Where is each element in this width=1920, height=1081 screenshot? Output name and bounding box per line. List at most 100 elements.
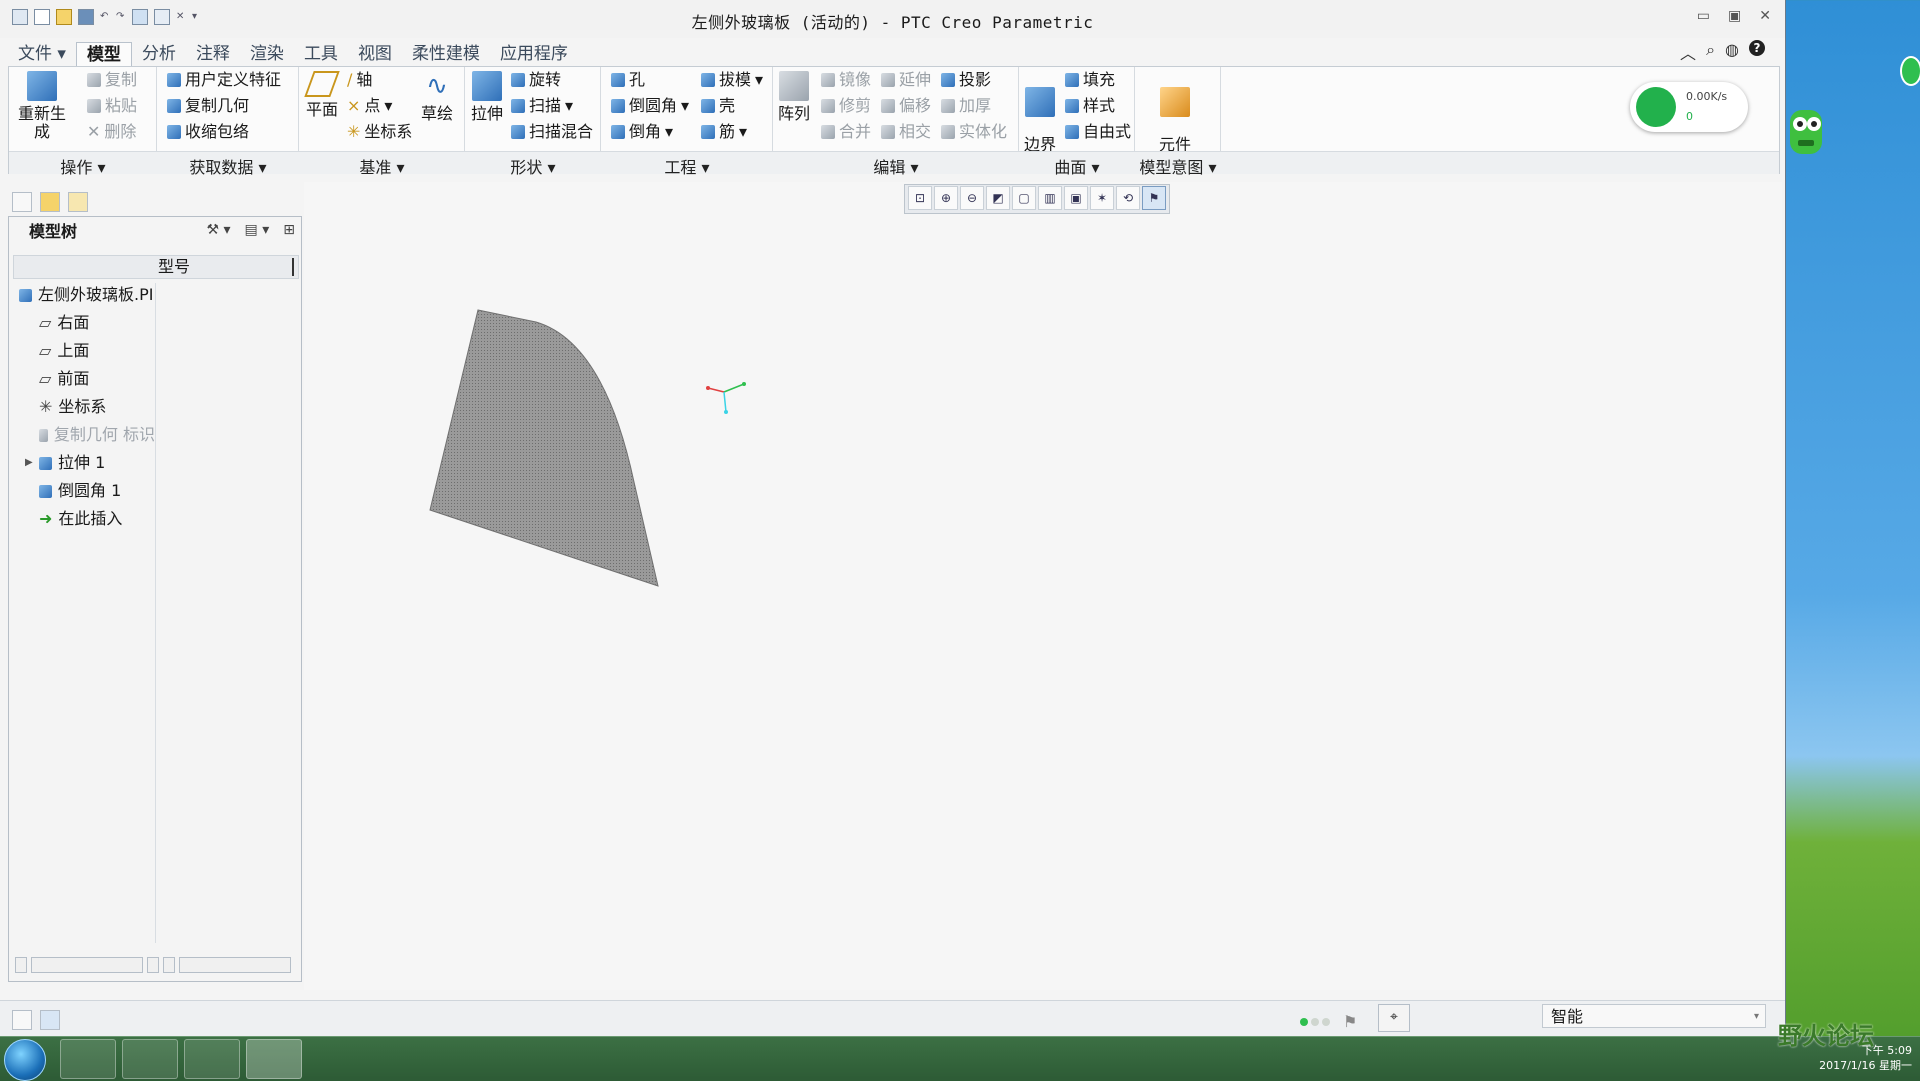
group-label-shapes[interactable]: 形状 ▾: [465, 154, 601, 178]
display-style-icon[interactable]: ▣: [1064, 186, 1088, 210]
taskbar-explorer-icon[interactable]: [60, 1039, 116, 1079]
tray-date[interactable]: 2017/1/16 星期一: [1819, 1058, 1912, 1073]
folder-browser-tab-icon[interactable]: [40, 192, 60, 212]
tab-model[interactable]: 模型: [75, 42, 132, 67]
tree-item-front-plane[interactable]: ▱ 前面: [39, 367, 89, 391]
scroll-thumb[interactable]: [179, 957, 291, 973]
tab-flexible-modeling[interactable]: 柔性建模: [402, 42, 490, 66]
sketch-button[interactable]: ∿ 草绘: [417, 71, 457, 123]
delete-button[interactable]: ✕ 删除: [87, 121, 136, 143]
start-button[interactable]: [4, 1039, 46, 1081]
group-label-engineering[interactable]: 工程 ▾: [601, 154, 773, 178]
tree-display-icon[interactable]: ▤ ▾: [245, 222, 270, 238]
desktop-mascot-icon[interactable]: [1786, 100, 1826, 170]
expand-arrow-icon[interactable]: ▶: [25, 451, 33, 475]
sweep-button[interactable]: 扫描 ▾: [511, 95, 573, 117]
group-label-get-data[interactable]: 获取数据 ▾: [157, 154, 299, 178]
tree-horizontal-scrollbar[interactable]: [15, 957, 295, 973]
point-button[interactable]: × 点 ▾: [347, 95, 392, 117]
taskbar-wechat-icon[interactable]: [122, 1039, 178, 1079]
view-manager-icon[interactable]: ▥: [1038, 186, 1062, 210]
group-label-surfaces[interactable]: 曲面 ▾: [1019, 154, 1135, 178]
revolve-button[interactable]: 旋转: [511, 69, 561, 91]
swept-blend-button[interactable]: 扫描混合: [511, 121, 593, 143]
tree-item-insert-here[interactable]: ➜ 在此插入: [39, 507, 122, 531]
project-button[interactable]: 投影: [941, 69, 991, 91]
tree-settings-icon[interactable]: ⚒ ▾: [207, 222, 231, 238]
saved-views-icon[interactable]: ▢: [1012, 186, 1036, 210]
graphics-area[interactable]: [304, 182, 1782, 990]
tree-item-top-plane[interactable]: ▱ 上面: [39, 339, 89, 363]
help-icon[interactable]: ?: [1749, 40, 1765, 56]
zoom-in-icon[interactable]: ⊕: [934, 186, 958, 210]
minimize-icon[interactable]: ▭: [1697, 8, 1710, 24]
tree-item-extrude[interactable]: 拉伸 1: [39, 451, 105, 475]
tree-item-part[interactable]: 左侧外玻璃板.PI: [19, 283, 153, 307]
close-icon[interactable]: ✕: [1759, 8, 1771, 24]
axis-button[interactable]: / 轴: [347, 69, 372, 91]
pattern-button[interactable]: 阵列: [777, 71, 811, 123]
taskbar-creo-icon[interactable]: [246, 1039, 302, 1079]
datum-display-icon[interactable]: ✶: [1090, 186, 1114, 210]
spin-center-icon[interactable]: ⟲: [1116, 186, 1140, 210]
tab-render[interactable]: 渲染: [240, 42, 294, 66]
shell-button[interactable]: 壳: [701, 95, 735, 117]
intersect-button[interactable]: 相交: [881, 121, 931, 143]
datum-plane-button[interactable]: 平面: [303, 71, 341, 119]
group-label-operations[interactable]: 操作 ▾: [9, 154, 157, 178]
fill-button[interactable]: 填充: [1065, 69, 1115, 91]
tab-tools[interactable]: 工具: [294, 42, 348, 66]
tree-item-csys[interactable]: ✳ 坐标系: [39, 395, 106, 419]
mirror-button[interactable]: 镜像: [821, 69, 871, 91]
thicken-button[interactable]: 加厚: [941, 95, 991, 117]
group-label-model-intent[interactable]: 模型意图 ▾: [1135, 154, 1221, 178]
flag-icon[interactable]: ⚑: [1343, 1012, 1357, 1031]
model-tree-tab-icon[interactable]: [12, 192, 32, 212]
community-icon[interactable]: ◍: [1725, 40, 1739, 64]
freestyle-button[interactable]: 自由式: [1065, 121, 1131, 143]
selection-filter-dropdown[interactable]: 智能 ▾: [1542, 1004, 1766, 1028]
tab-view[interactable]: 视图: [348, 42, 402, 66]
tree-filter-icon[interactable]: ⊞: [283, 222, 295, 238]
collapse-ribbon-icon[interactable]: ︿: [1680, 40, 1696, 64]
trim-button[interactable]: 修剪: [821, 95, 871, 117]
maximize-icon[interactable]: ▣: [1728, 8, 1741, 24]
model-tree-column-header[interactable]: 型号: [13, 255, 299, 279]
search-icon[interactable]: ⌕: [1706, 40, 1715, 64]
tab-analysis[interactable]: 分析: [132, 42, 186, 66]
csys-button[interactable]: ✳ 坐标系: [347, 121, 412, 143]
style-button[interactable]: 样式: [1065, 95, 1115, 117]
extrude-button[interactable]: 拉伸: [469, 71, 505, 123]
toggle-navigator-icon[interactable]: [12, 1010, 32, 1030]
find-binoculars-icon[interactable]: ⌖: [1378, 1004, 1410, 1032]
solidify-button[interactable]: 实体化: [941, 121, 1007, 143]
chamfer-button[interactable]: 倒角 ▾: [611, 121, 673, 143]
scroll-right-icon[interactable]: [147, 957, 159, 973]
round-button[interactable]: 倒圆角 ▾: [611, 95, 689, 117]
network-speed-widget[interactable]: 0.00K/s 0: [1630, 82, 1748, 132]
regenerate-button[interactable]: 重新生成: [13, 71, 71, 141]
taskbar-browser-icon[interactable]: [184, 1039, 240, 1079]
paste-button[interactable]: 粘贴: [87, 95, 137, 117]
tab-file[interactable]: 文件 ▾: [8, 42, 76, 66]
desktop-notification-badge[interactable]: [1900, 56, 1920, 86]
shrinkwrap-button[interactable]: 收缩包络: [167, 121, 249, 143]
copy-geometry-button[interactable]: 复制几何: [167, 95, 249, 117]
offset-button[interactable]: 偏移: [881, 95, 931, 117]
repaint-icon[interactable]: ◩: [986, 186, 1010, 210]
tree-item-right-plane[interactable]: ▱ 右面: [39, 311, 89, 335]
extend-button[interactable]: 延伸: [881, 69, 931, 91]
glass-panel-surface[interactable]: [429, 309, 659, 587]
scroll-thumb[interactable]: [31, 957, 143, 973]
tab-annotate[interactable]: 注释: [186, 42, 240, 66]
refit-icon[interactable]: ⊡: [908, 186, 932, 210]
copy-button[interactable]: 复制: [87, 69, 137, 91]
tab-applications[interactable]: 应用程序: [490, 42, 578, 66]
annotation-display-icon[interactable]: ⚑: [1142, 186, 1166, 210]
group-label-editing[interactable]: 编辑 ▾: [773, 154, 1019, 178]
scroll-left-icon[interactable]: [163, 957, 175, 973]
favorites-tab-icon[interactable]: [68, 192, 88, 212]
group-label-datum[interactable]: 基准 ▾: [299, 154, 465, 178]
toggle-browser-icon[interactable]: [40, 1010, 60, 1030]
merge-button[interactable]: 合并: [821, 121, 871, 143]
